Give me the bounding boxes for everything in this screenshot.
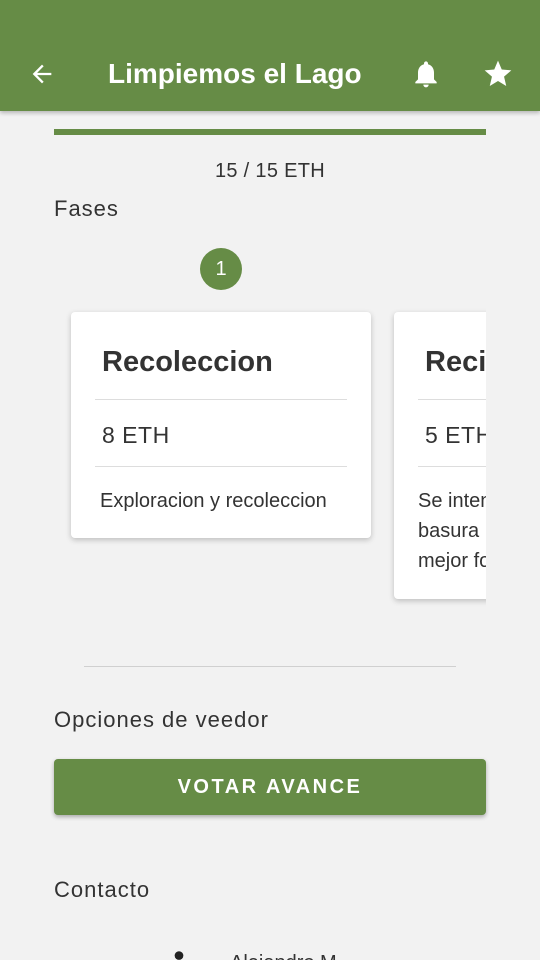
phase-number-badge[interactable]: 1 <box>200 248 242 290</box>
funding-progress-fill <box>54 129 486 135</box>
vote-progress-button[interactable]: VOTAR AVANCE <box>54 759 486 815</box>
phase-card-title: Recoleccion <box>102 346 273 378</box>
divider <box>418 399 486 400</box>
favorite-button[interactable] <box>480 56 516 92</box>
funding-progress-bar <box>54 129 486 135</box>
funding-amount: 15 / 15 ETH <box>214 160 326 182</box>
veedor-heading: Opciones de veedor <box>54 707 269 732</box>
phase-card-price: 8 ETH <box>102 422 170 448</box>
contact-name: Alejandro M <box>230 952 337 960</box>
section-divider <box>84 666 456 667</box>
star-icon <box>484 60 512 86</box>
phases-heading: Fases <box>54 196 119 221</box>
phase-card-price: 5 ETH <box>425 422 486 448</box>
phase-card-description: Se intenta reciclar toda la basura recol… <box>418 490 486 572</box>
bell-icon <box>415 61 437 88</box>
page-title: Limpiemos el Lago <box>108 58 362 89</box>
phase-card[interactable]: Recoleccion 8 ETH Exploracion y recolecc… <box>71 312 371 538</box>
phase-card-title: Reciclaje <box>425 346 486 378</box>
divider <box>418 466 486 467</box>
person-icon <box>174 951 184 960</box>
phases-carousel[interactable]: Recoleccion 8 ETH Exploracion y recolecc… <box>54 300 486 620</box>
arrow-left-icon <box>32 64 52 84</box>
phase-card-description: Exploracion y recoleccion <box>100 490 327 512</box>
phase-card[interactable]: Reciclaje 5 ETH Se intenta reciclar toda… <box>394 312 486 599</box>
divider <box>95 466 347 467</box>
contact-heading: Contacto <box>54 877 151 902</box>
notifications-button[interactable] <box>408 56 444 92</box>
back-button[interactable] <box>24 56 60 92</box>
contact-item[interactable]: Alejandro M <box>54 940 486 960</box>
app-bar: Limpiemos el Lago <box>0 0 540 111</box>
divider <box>95 399 347 400</box>
